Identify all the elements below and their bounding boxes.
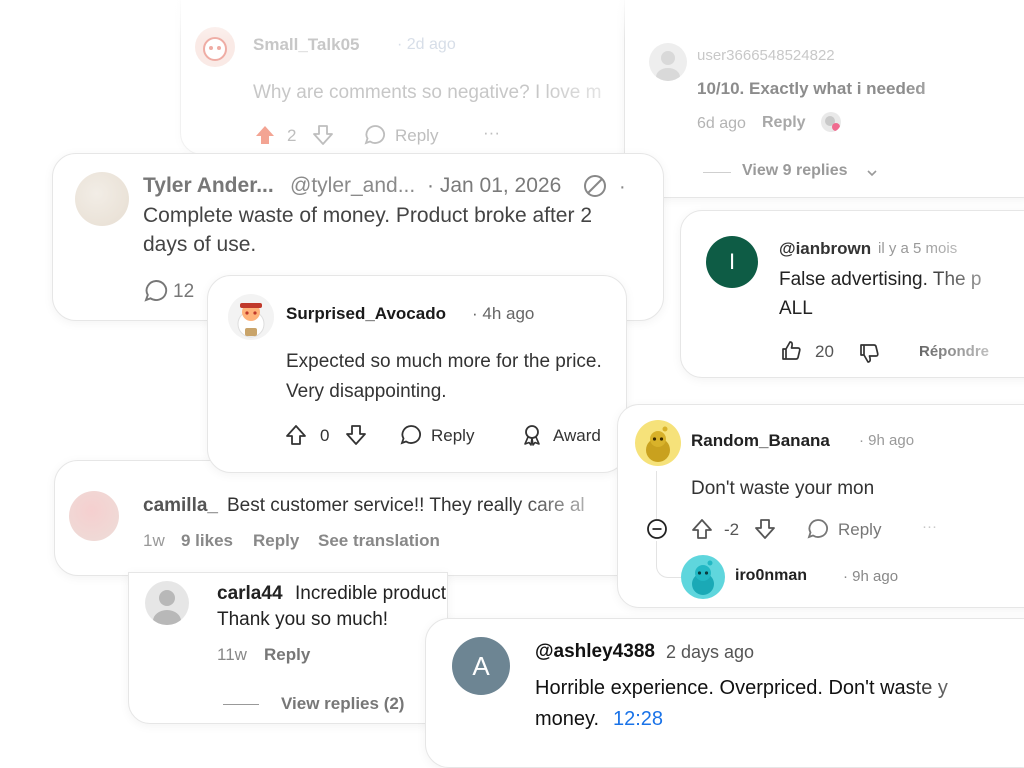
reply-button[interactable]: Répondre — [919, 343, 989, 360]
comment-text-line2: ALL — [779, 298, 813, 319]
comment-text-line2: money. — [535, 708, 600, 730]
timestamp: 1w — [143, 531, 165, 550]
timestamp: 6d ago — [697, 115, 746, 132]
comment-text: 10/10. Exactly what i needed — [697, 79, 926, 98]
reply-button[interactable]: Reply — [253, 531, 299, 551]
avatar — [649, 43, 687, 81]
upvote-icon[interactable] — [284, 423, 308, 447]
avatar — [195, 27, 235, 67]
comment-card-carla: carla44 Incredible product! Exactly what… — [128, 572, 448, 724]
sub-avatar — [681, 555, 725, 599]
award-button[interactable]: Award — [553, 426, 601, 446]
see-translation-button[interactable]: See translation — [318, 531, 440, 551]
username[interactable]: carla44 — [217, 583, 283, 605]
comment-card-ianbrown: I @ianbrown il y a 5 mois False advertis… — [680, 210, 1024, 378]
vote-count: 0 — [320, 426, 330, 445]
comment-text-line2: Thank you so much! — [217, 609, 389, 630]
username[interactable]: Surprised_Avocado — [286, 304, 446, 324]
reply-button[interactable]: Reply — [264, 645, 310, 665]
avatar — [145, 581, 189, 625]
thread-branch — [656, 541, 681, 578]
username[interactable]: user3666548524822 — [697, 47, 835, 64]
more-options-button[interactable]: ··· — [483, 123, 500, 143]
avatar — [69, 491, 119, 541]
comment-card-ashley: A @ashley4388 2 days ago Horrible experi… — [425, 618, 1024, 768]
comment-bubble-icon[interactable] — [143, 278, 169, 304]
reply-bubble-icon[interactable] — [363, 123, 387, 147]
no-symbol-icon — [582, 173, 608, 199]
dislike-thumb-icon[interactable] — [857, 341, 881, 365]
timestamp-link[interactable]: 12:28 — [613, 708, 663, 731]
timestamp: · 4h ago — [472, 304, 535, 323]
like-thumb-icon[interactable] — [779, 339, 803, 363]
timestamp: · 2d ago — [397, 36, 456, 53]
upvote-icon[interactable] — [253, 123, 277, 147]
timestamp: 11w — [217, 645, 247, 664]
likes-count[interactable]: 9 likes — [181, 531, 233, 551]
reply-button[interactable]: Reply — [762, 114, 806, 132]
reply-button[interactable]: Reply — [395, 126, 438, 146]
comment-text-line1: Expected so much more for the price. — [286, 351, 602, 372]
username[interactable]: Small_Talk05 — [253, 35, 359, 55]
comment-card-random-banana: Random_Banana · 9h ago Don't waste your … — [617, 404, 1024, 608]
avatar-letter: A — [472, 651, 490, 681]
chevron-down-icon[interactable] — [865, 166, 879, 180]
vote-count: 2 — [287, 126, 297, 145]
username[interactable]: @ashley4388 — [535, 641, 655, 663]
handle[interactable]: @tyler_and... — [290, 174, 415, 198]
username[interactable]: @ianbrown — [779, 239, 871, 259]
divider — [223, 704, 259, 705]
date: · Jan 01, 2026 — [427, 174, 562, 197]
comment-card-small-talk: Small_Talk05 · 2d ago Why are comments s… — [180, 0, 680, 155]
comment-text: Why are comments so negative? I love m — [253, 82, 602, 103]
more-dot[interactable]: · — [619, 176, 626, 199]
view-replies-button[interactable]: View replies (2) — [281, 694, 404, 714]
timestamp: il y a 5 mois — [878, 240, 958, 257]
sub-timestamp: · 9h ago — [843, 568, 899, 585]
avatar — [635, 420, 681, 466]
timestamp: 2 days ago — [666, 642, 755, 662]
collapse-icon[interactable] — [646, 518, 668, 540]
upvote-icon[interactable] — [690, 517, 714, 541]
avatar — [228, 294, 274, 340]
comment-count: 12 — [173, 281, 195, 302]
avatar: A — [452, 637, 510, 695]
view-replies-button[interactable]: View 9 replies — [742, 162, 848, 180]
reply-button[interactable]: Reply — [838, 520, 881, 540]
avatar-letter: I — [728, 249, 736, 274]
comment-text: Best customer service!! They really care… — [227, 495, 585, 516]
comment-text: Don't waste your mon — [691, 478, 875, 499]
vote-count: -2 — [724, 520, 740, 539]
divider — [703, 172, 731, 173]
comment-text-line1: Complete waste of money. Product broke a… — [143, 204, 592, 227]
avatar: I — [706, 236, 758, 288]
comment-card-camilla: camilla_ Best customer service!! They re… — [54, 460, 654, 576]
reply-button[interactable]: Reply — [431, 426, 474, 446]
like-count: 20 — [815, 342, 834, 361]
more-options-button[interactable]: ··· — [922, 518, 937, 535]
comment-text-line1: Incredible product! Exactly what I w — [295, 583, 448, 604]
timestamp: · 9h ago — [859, 432, 915, 449]
award-icon[interactable] — [520, 423, 544, 447]
reply-bubble-icon[interactable] — [399, 423, 423, 447]
thread-line — [656, 471, 657, 521]
display-name[interactable]: Tyler Ander... — [143, 174, 274, 198]
downvote-icon[interactable] — [753, 517, 777, 541]
comment-card-user3666: user3666548524822 10/10. Exactly what i … — [624, 0, 1024, 198]
mini-avatar — [821, 112, 841, 132]
avatar — [75, 172, 129, 226]
comment-text-line1: False advertising. The p — [779, 269, 982, 290]
reply-bubble-icon[interactable] — [806, 517, 830, 541]
comment-text-line1: Horrible experience. Overpriced. Don't w… — [535, 677, 948, 699]
comment-text-line2: days of use. — [143, 233, 257, 256]
username[interactable]: Random_Banana — [691, 431, 830, 451]
comment-text-line2: Very disappointing. — [286, 381, 447, 402]
downvote-icon[interactable] — [311, 123, 335, 147]
comment-card-surprised-avocado: Surprised_Avocado · 4h ago Expected so m… — [207, 275, 627, 473]
sub-username[interactable]: iro0nman — [735, 567, 807, 585]
downvote-icon[interactable] — [344, 423, 368, 447]
username[interactable]: camilla_ — [143, 495, 218, 517]
